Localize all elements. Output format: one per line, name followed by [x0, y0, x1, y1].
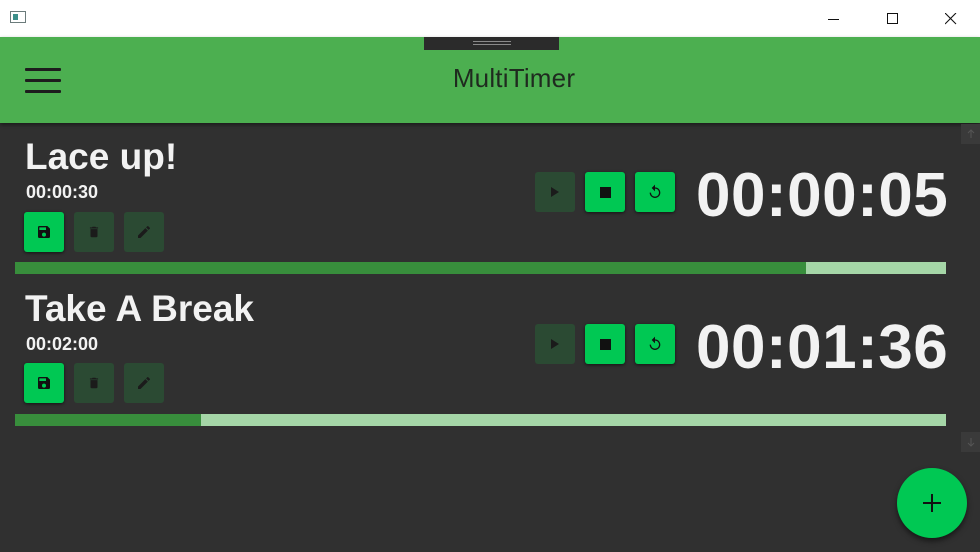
close-icon — [945, 12, 957, 24]
stop-icon — [599, 186, 611, 198]
time-remaining: 00:01:36 — [696, 313, 949, 382]
timer-card: Take A Break 00:02:00 00:01:36 — [0, 288, 960, 438]
timer-duration: 00:00:30 — [26, 182, 99, 202]
maximize-icon — [887, 12, 898, 24]
close-button[interactable] — [922, 0, 980, 37]
progress-bar — [15, 262, 946, 274]
play-icon — [551, 187, 559, 197]
reset-button[interactable] — [635, 324, 675, 364]
progress-fill — [15, 262, 807, 274]
reset-button[interactable] — [635, 172, 675, 212]
timer-card: Lace up! 00:00:30 00:00:05 — [0, 136, 960, 286]
play-button[interactable] — [535, 172, 575, 212]
trash-icon — [89, 226, 99, 238]
stop-button[interactable] — [585, 324, 625, 364]
timer-name: Take A Break — [25, 288, 254, 329]
app-window-icon — [10, 11, 26, 23]
scroll-down-button[interactable] — [961, 432, 980, 452]
minimize-icon — [828, 18, 839, 20]
progress-bar — [15, 414, 946, 426]
play-button[interactable] — [535, 324, 575, 364]
stop-button[interactable] — [585, 172, 625, 212]
app-title: MultiTimer — [452, 63, 576, 93]
maximize-button[interactable] — [864, 0, 922, 37]
trash-icon — [89, 377, 99, 389]
scroll-up-button[interactable] — [961, 124, 980, 144]
arrow-down-icon — [967, 438, 974, 447]
arrow-up-icon — [967, 129, 974, 138]
window-titlebar — [0, 0, 980, 37]
progress-fill — [15, 414, 202, 426]
plus-icon — [923, 494, 941, 512]
timer-duration: 00:02:00 — [26, 334, 99, 354]
play-icon — [551, 339, 559, 349]
timer-name: Lace up! — [25, 136, 178, 177]
delete-button[interactable] — [74, 363, 114, 403]
reset-icon — [649, 336, 661, 350]
time-remaining: 00:00:05 — [696, 161, 949, 230]
edit-button[interactable] — [124, 363, 164, 403]
add-timer-button[interactable] — [897, 468, 967, 538]
save-icon — [38, 226, 50, 238]
minimize-button[interactable] — [805, 0, 863, 37]
pencil-icon — [138, 225, 151, 238]
save-button[interactable] — [24, 363, 64, 403]
save-button[interactable] — [24, 212, 64, 252]
stop-icon — [599, 338, 611, 350]
delete-button[interactable] — [74, 212, 114, 252]
edit-button[interactable] — [124, 212, 164, 252]
drag-handle[interactable] — [424, 37, 559, 50]
save-icon — [38, 377, 50, 389]
reset-icon — [649, 184, 661, 198]
pencil-icon — [138, 376, 151, 389]
